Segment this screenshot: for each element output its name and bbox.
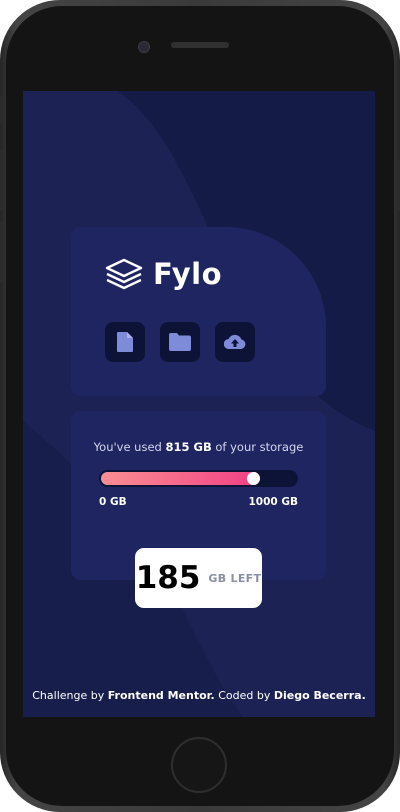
earpiece-speaker (171, 42, 229, 48)
frontend-mentor-link[interactable]: Frontend Mentor. (108, 689, 215, 702)
coded-prefix: Coded by (218, 689, 271, 702)
scale-max-label: 1000 GB (248, 496, 298, 508)
brand-name: Fylo (153, 257, 222, 291)
storage-progress-fill (101, 472, 260, 485)
folder-button[interactable] (160, 322, 200, 362)
remaining-label: GB LEFT (208, 571, 262, 585)
author-link[interactable]: Diego Becerra. (274, 689, 366, 702)
remaining-value: 185 (135, 560, 201, 596)
storage-progress-knob (247, 472, 260, 485)
document-button[interactable] (105, 322, 145, 362)
logo: Fylo (104, 257, 222, 291)
used-amount: 815 GB (165, 440, 212, 454)
brand-card: Fylo (71, 227, 326, 396)
usage-text: You've used 815 GB of your storage (71, 440, 326, 454)
volume-down-button (0, 222, 3, 282)
attribution: Challenge by Frontend Mentor. Coded by D… (23, 689, 375, 702)
storage-progress-bar (99, 470, 298, 487)
app-screen: Fylo You've used 815 GB of your storage (23, 91, 375, 717)
front-camera (138, 41, 150, 53)
challenge-prefix: Challenge by (32, 689, 105, 702)
storage-left-callout: 185 GB LEFT (135, 548, 262, 608)
document-icon (117, 332, 133, 352)
upload-button[interactable] (215, 322, 255, 362)
upload-icon (224, 334, 246, 350)
fylo-logo-icon (105, 258, 143, 290)
mute-switch (0, 95, 3, 125)
volume-up-button (0, 150, 3, 210)
folder-icon (169, 333, 191, 351)
usage-prefix: You've used (93, 440, 162, 454)
scale-min-label: 0 GB (99, 496, 127, 508)
usage-suffix: of your storage (215, 440, 304, 454)
home-button[interactable] (171, 737, 227, 793)
background-curves (23, 91, 375, 717)
